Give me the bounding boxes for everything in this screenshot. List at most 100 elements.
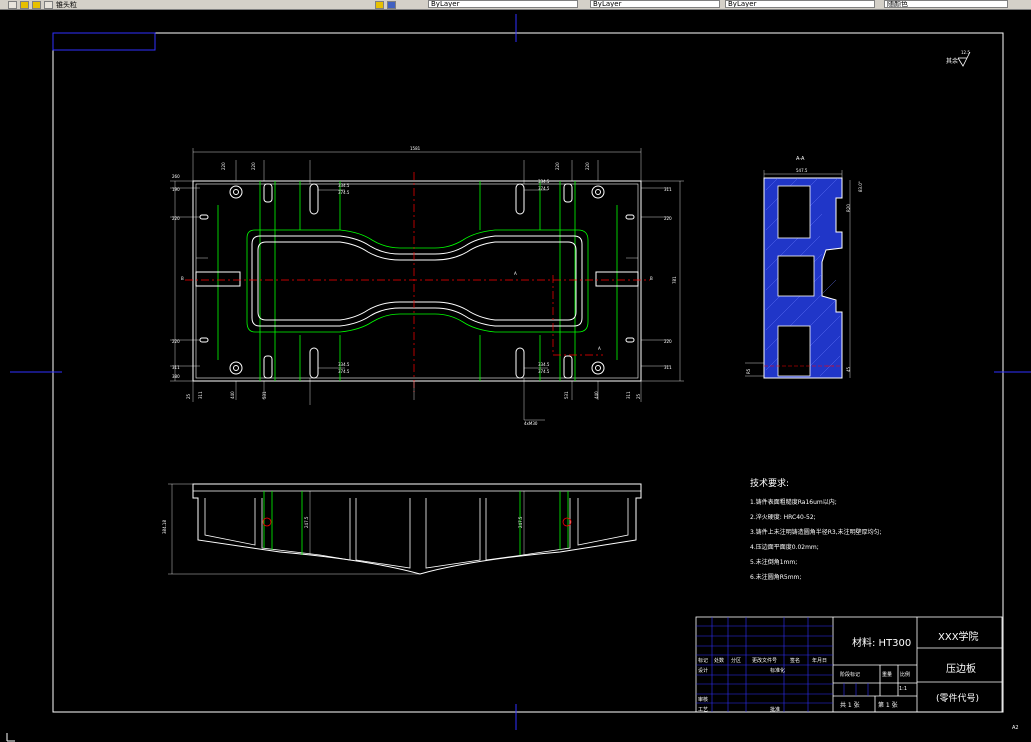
svg-text:220: 220 — [555, 162, 560, 170]
layer-buttons — [375, 0, 396, 9]
tech-line: 6.未注圆角R5mm; — [750, 574, 802, 581]
tech-line: 5.未注倒角1mm; — [750, 559, 798, 566]
lock-icon[interactable] — [44, 0, 53, 9]
tech-line: 1.铸件表面粗糙度Ra16um以内; — [750, 499, 837, 506]
layer-manager-icon[interactable] — [387, 0, 396, 9]
technical-requirements: 技术要求: 1.铸件表面粗糙度Ra16um以内; 2.淬火硬度: HRC40-5… — [750, 476, 882, 585]
sheet-border — [52, 32, 1004, 713]
svg-text:25: 25 — [186, 393, 191, 399]
toolbar: 锥头粒 ByLayer ByLayer ByLayer 随颜色 — [0, 0, 1031, 10]
svg-text:311: 311 — [198, 391, 203, 399]
svg-text:311: 311 — [626, 391, 631, 399]
part-code: (零件代号) — [936, 694, 980, 704]
material-label: 材料: HT300 — [852, 638, 912, 649]
svg-text:374.5: 374.5 — [538, 186, 550, 191]
lineweight-dropdown[interactable]: ByLayer — [725, 0, 875, 8]
svg-text:4xM30: 4xM30 — [524, 421, 538, 426]
svg-text:380: 380 — [172, 374, 180, 379]
tech-line: 4.压边面平面度0.02mm; — [750, 544, 819, 551]
svg-text:A: A — [514, 271, 517, 276]
svg-text:334.5: 334.5 — [338, 183, 350, 188]
plan-view: 1581 781 190 260 220 220 311 380 311 220 220… — [170, 146, 684, 426]
sheet-size: A2 — [1012, 725, 1019, 731]
svg-text:531: 531 — [262, 391, 267, 399]
dim-overall-height: 781 — [672, 276, 677, 284]
svg-text:334.5: 334.5 — [538, 179, 550, 184]
roughness-label: 其余 — [946, 57, 958, 65]
header-count: 处数 — [714, 658, 725, 664]
scale-label: 比例 — [900, 672, 911, 678]
roughness-value: 12.5 — [961, 50, 970, 55]
paper-frame — [10, 14, 1031, 730]
school-name: XXX学院 — [938, 632, 979, 643]
sheet-number: 第 1 张 — [878, 702, 898, 709]
color-dropdown[interactable]: ByLayer — [428, 0, 578, 8]
lightbulb-icon[interactable] — [20, 0, 29, 9]
header-date: 年月日 — [812, 658, 828, 664]
svg-text:220: 220 — [221, 162, 226, 170]
front-view: 384.18 247.5 247.5 — [162, 483, 642, 575]
svg-text:311: 311 — [664, 365, 672, 370]
layer-controls: 锥头粒 — [8, 0, 77, 9]
svg-text:220: 220 — [585, 162, 590, 170]
svg-text:440: 440 — [594, 391, 599, 399]
svg-text:190: 190 — [172, 187, 180, 192]
svg-text:220: 220 — [664, 339, 672, 344]
layer-previous-icon[interactable] — [375, 0, 384, 9]
svg-text:B: B — [650, 276, 653, 281]
role-approve: 批准 — [770, 707, 781, 713]
svg-text:25: 25 — [636, 393, 641, 399]
part-name: 压边板 — [946, 664, 976, 675]
drawing-canvas[interactable]: 其余 12.5 1581 781 190 260 220 220 311 380… — [0, 10, 1031, 742]
svg-text:83.0°: 83.0° — [858, 181, 863, 192]
svg-text:R20: R20 — [846, 204, 851, 212]
svg-text:311: 311 — [172, 365, 180, 370]
header-signature: 签名 — [790, 658, 801, 664]
ucs-icon — [6, 733, 15, 742]
role-process: 工艺 — [698, 707, 709, 713]
svg-text:374.5: 374.5 — [338, 369, 350, 374]
svg-text:311: 311 — [664, 187, 672, 192]
svg-text:45: 45 — [846, 366, 851, 372]
svg-text:220: 220 — [664, 216, 672, 221]
role-check: 审核 — [698, 697, 709, 703]
sun-icon[interactable] — [32, 0, 41, 9]
sheets-total: 共 1 张 — [840, 702, 860, 709]
tech-line: 3.铸件上未注明铸造圆角半径R3,未注明壁厚均匀; — [750, 529, 882, 536]
section-label: A-A — [796, 156, 805, 162]
svg-text:374.5: 374.5 — [538, 369, 550, 374]
weight-label: 重量 — [882, 672, 893, 678]
svg-text:531: 531 — [564, 391, 569, 399]
svg-text:B: B — [181, 276, 184, 281]
tech-title: 技术要求: — [750, 479, 790, 489]
header-change-doc: 更改文件号 — [752, 658, 778, 664]
svg-text:A: A — [598, 346, 601, 351]
layer-state-icon[interactable] — [8, 0, 17, 9]
svg-text:R5: R5 — [746, 368, 751, 374]
svg-text:374.5: 374.5 — [338, 190, 350, 195]
linetype-dropdown[interactable]: ByLayer — [590, 0, 720, 8]
header-zone: 分区 — [731, 658, 742, 664]
cad-drawing: 其余 12.5 1581 781 190260 220220 311380 31… — [10, 14, 1031, 731]
svg-text:220: 220 — [172, 216, 180, 221]
dim-overall-length: 1581 — [410, 146, 421, 151]
title-grid — [696, 617, 869, 712]
scale-value: 1:1 — [899, 686, 908, 692]
plotstyle-dropdown[interactable]: 随颜色 — [884, 0, 1008, 8]
svg-text:334.5: 334.5 — [338, 362, 350, 367]
svg-text:220: 220 — [172, 339, 180, 344]
svg-text:247.5: 247.5 — [518, 516, 523, 528]
dim-section-width: 547.5 — [796, 168, 808, 173]
stage-label: 阶段标记 — [840, 672, 861, 678]
tech-line: 2.淬火硬度: HRC40-52; — [750, 514, 816, 521]
layer-name[interactable]: 锥头粒 — [56, 1, 77, 9]
svg-text:260: 260 — [172, 174, 180, 179]
role-design: 设计 — [698, 668, 709, 674]
header-mark: 标记 — [698, 658, 709, 664]
svg-text:247.5: 247.5 — [304, 516, 309, 528]
dim-elevation-height: 384.18 — [162, 520, 167, 534]
svg-text:440: 440 — [230, 391, 235, 399]
role-standard: 标准化 — [770, 668, 786, 674]
svg-text:220: 220 — [251, 162, 256, 170]
svg-text:334.5: 334.5 — [538, 362, 550, 367]
